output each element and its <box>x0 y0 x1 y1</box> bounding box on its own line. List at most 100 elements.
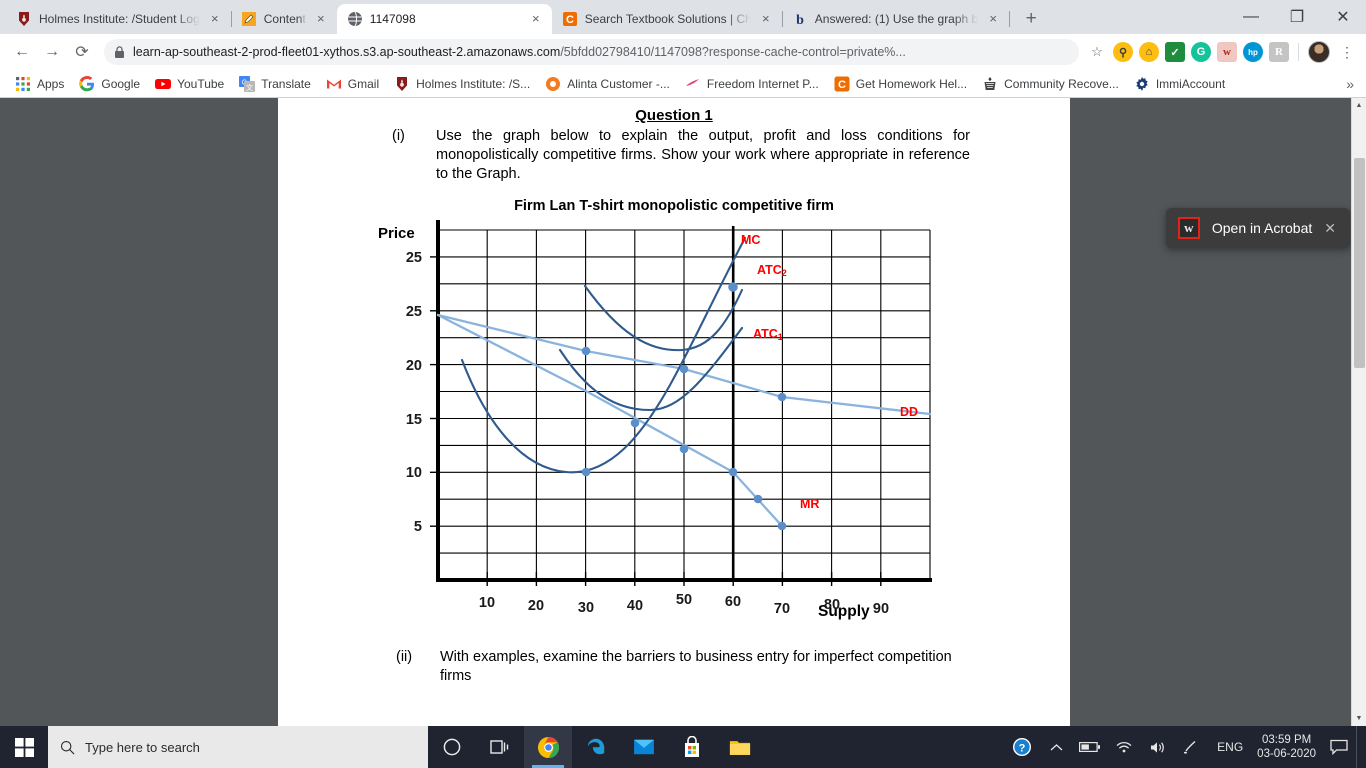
scroll-up-arrow[interactable]: ▲ <box>1352 98 1366 113</box>
action-center-icon[interactable] <box>1322 726 1356 768</box>
new-tab-button[interactable]: + <box>1017 5 1045 33</box>
show-desktop-button[interactable] <box>1356 726 1362 768</box>
hp-extension-icon[interactable]: hp <box>1243 42 1263 62</box>
bookmarks-overflow-button[interactable]: » <box>1346 76 1358 92</box>
bookmark-label: Get Homework Hel... <box>855 76 968 91</box>
svg-text:80: 80 <box>824 597 840 613</box>
gear-icon <box>1136 76 1148 91</box>
clock[interactable]: 03:59 PM 03-06-2020 <box>1251 733 1322 761</box>
tab-close-button[interactable]: × <box>528 11 544 27</box>
windows-taskbar: Type here to search ? ENG 03:59 PM 03-06… <box>0 726 1366 768</box>
annotation-dd: DD <box>900 405 918 419</box>
input-language-indicator[interactable]: ENG <box>1209 740 1251 754</box>
microsoft-store-icon[interactable] <box>668 726 716 768</box>
pen-icon[interactable] <box>1175 726 1209 768</box>
extensions-area: ⚲ ⌂ ✓ G w hp R ⋮ <box>1109 41 1358 63</box>
bookmark-youtube[interactable]: YouTube <box>148 73 231 95</box>
svg-text:20: 20 <box>406 358 422 374</box>
forward-button[interactable]: → <box>38 38 66 66</box>
tab-title: Content <box>263 12 306 26</box>
svg-text:b: b <box>796 13 804 27</box>
grammarly-extension-icon[interactable]: G <box>1191 42 1211 62</box>
document-content: Question 1 (i) Use the graph below to ex… <box>278 98 1070 726</box>
reload-button[interactable]: ⟳ <box>68 38 96 66</box>
chart-annotations: MC ATC2 ATC1 DD MR <box>741 233 918 511</box>
help-circle-icon[interactable]: ? <box>1005 726 1039 768</box>
browser-tab-3[interactable]: C Search Textbook Solutions | Ch × <box>552 4 783 34</box>
tray-expand-chevron-icon[interactable] <box>1039 726 1073 768</box>
bookmark-google[interactable]: Google <box>72 73 147 95</box>
browser-tab-0[interactable]: Holmes Institute: /Student Log × <box>6 4 232 34</box>
bookmark-label: Freedom Internet P... <box>706 76 819 91</box>
browser-toolbar: ← → ⟳ learn-ap-southeast-2-prod-fleet01-… <box>0 34 1366 70</box>
taskbar-pinned-apps <box>428 726 764 768</box>
bookmark-label: Alinta Customer -... <box>567 76 670 91</box>
alinta-icon <box>546 76 561 91</box>
back-button[interactable]: ← <box>8 38 36 66</box>
padlock-icon <box>115 45 124 58</box>
apps-grid-icon <box>16 76 30 91</box>
refseek-extension-icon[interactable]: R <box>1269 42 1289 62</box>
page-title: Question 1 <box>635 107 713 124</box>
browser-tab-4[interactable]: b Answered: (1) Use the graph b × <box>782 4 1011 34</box>
profile-avatar[interactable] <box>1308 41 1330 63</box>
chrome-browser-window: Holmes Institute: /Student Log × Content… <box>0 0 1366 726</box>
bookmark-alinta-customer[interactable]: Alinta Customer -... <box>538 73 677 95</box>
open-in-acrobat-toast[interactable]: w Open in Acrobat ✕ <box>1165 208 1350 248</box>
wifi-icon[interactable] <box>1107 726 1141 768</box>
chart-y-tick-labels: 25 25 20 15 10 5 <box>406 250 422 535</box>
grammar-check-extension-icon[interactable]: ✓ <box>1165 42 1185 62</box>
chrome-icon[interactable] <box>524 726 572 768</box>
task-view-icon[interactable] <box>476 726 524 768</box>
volume-icon[interactable] <box>1141 726 1175 768</box>
acrobat-pdf-icon: w <box>1177 217 1200 239</box>
chart-series-atc1 <box>558 326 744 412</box>
file-explorer-icon[interactable] <box>716 726 764 768</box>
bookmark-star-icon[interactable]: ☆ <box>1087 44 1107 60</box>
home-extension-icon[interactable]: ⌂ <box>1139 42 1159 62</box>
bookmark-gmail[interactable]: Gmail <box>319 73 386 95</box>
chart-gridlines-vertical <box>486 230 931 580</box>
cortana-icon[interactable] <box>428 726 476 768</box>
zoom-search-extension-icon[interactable]: ⚲ <box>1113 42 1133 62</box>
svg-text:90: 90 <box>873 601 889 617</box>
bookmark-community-recovery[interactable]: Community Recove... <box>975 73 1126 95</box>
bookmark-apps[interactable]: Apps <box>8 73 71 95</box>
bookmark-immiaccount[interactable]: ImmiAccount <box>1127 73 1232 95</box>
chrome-menu-icon[interactable]: ⋮ <box>1336 45 1358 59</box>
tab-close-button[interactable]: × <box>207 11 223 27</box>
bookmark-holmes-institute[interactable]: Holmes Institute: /S... <box>387 73 537 95</box>
svg-text:60: 60 <box>725 594 741 610</box>
tab-close-button[interactable]: × <box>313 11 329 27</box>
item-text: With examples, examine the barriers to b… <box>440 649 952 684</box>
start-button[interactable] <box>0 726 48 768</box>
svg-text:C: C <box>838 79 846 91</box>
minimize-button[interactable]: — <box>1228 0 1274 34</box>
restore-button[interactable]: ❐ <box>1274 0 1320 34</box>
adobe-acrobat-extension-icon[interactable]: w <box>1217 42 1237 62</box>
scrollbar-thumb[interactable] <box>1354 158 1365 368</box>
close-window-button[interactable]: ✕ <box>1320 0 1366 34</box>
viewer-scrollbar[interactable]: ▲ ▼ <box>1351 98 1366 726</box>
bookmark-translate[interactable]: G 文 Translate <box>232 73 318 95</box>
taskbar-search-input[interactable]: Type here to search <box>48 726 428 768</box>
svg-text:20: 20 <box>528 598 544 614</box>
toast-close-icon[interactable]: ✕ <box>1324 220 1336 237</box>
svg-text:25: 25 <box>406 304 422 320</box>
mail-icon[interactable] <box>620 726 668 768</box>
address-bar[interactable]: learn-ap-southeast-2-prod-fleet01-xythos… <box>104 39 1079 65</box>
browser-tab-2[interactable]: 1147098 × <box>336 4 552 34</box>
browser-tab-1[interactable]: Content × <box>231 4 337 34</box>
google-icon <box>79 75 95 91</box>
bookmark-label: Holmes Institute: /S... <box>416 76 531 91</box>
battery-icon[interactable] <box>1073 726 1107 768</box>
item-marker: (ii) <box>396 649 413 665</box>
tab-close-button[interactable]: × <box>758 11 774 27</box>
google-translate-icon: G 文 <box>239 75 256 92</box>
url-path: /5bfdd02798410/1147098?response-cache-co… <box>560 45 906 59</box>
scroll-down-arrow[interactable]: ▼ <box>1352 711 1366 726</box>
tab-close-button[interactable]: × <box>985 11 1001 27</box>
bookmark-freedom-internet[interactable]: Freedom Internet P... <box>678 73 826 95</box>
bookmark-get-homework-help[interactable]: C Get Homework Hel... <box>827 73 974 95</box>
edge-icon[interactable] <box>572 726 620 768</box>
